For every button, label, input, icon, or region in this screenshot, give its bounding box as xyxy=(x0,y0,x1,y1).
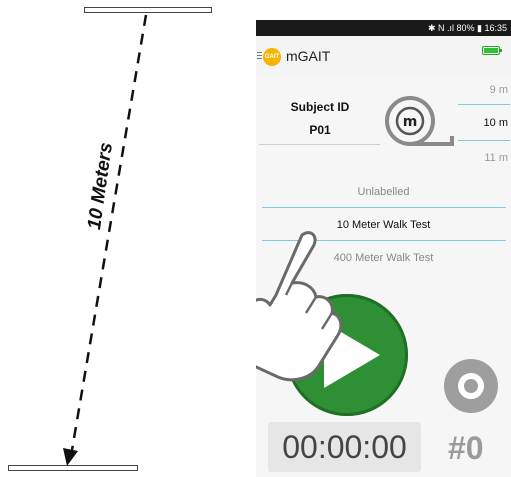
timer-display: 00:00:00 xyxy=(268,422,421,472)
app-logo-icon: GAIT xyxy=(263,48,281,66)
stop-button[interactable] xyxy=(444,359,498,413)
menu-icon[interactable] xyxy=(257,50,262,61)
status-bar: ✱ N .ıl 80% ▮ 16:35 xyxy=(256,20,511,36)
stop-icon xyxy=(458,373,484,399)
distance-divider-top xyxy=(458,104,510,105)
distance-option-9m[interactable]: 9 m xyxy=(458,84,508,96)
subject-id-underline xyxy=(259,144,380,145)
svg-text:m: m xyxy=(403,114,418,130)
subject-id-label: Subject ID xyxy=(290,100,350,114)
battery-icon xyxy=(482,46,502,55)
subject-id[interactable]: Subject ID P01 xyxy=(261,100,379,137)
distance-arrow xyxy=(63,14,148,466)
distance-option-11m[interactable]: 11 m xyxy=(458,152,508,164)
app-title: mGAIT xyxy=(286,48,331,64)
test-option-unlabelled[interactable]: Unlabelled xyxy=(256,186,511,198)
test-divider-top xyxy=(262,207,506,208)
phone-screen: ✱ N .ıl 80% ▮ 16:35 GAIT mGAIT Subject I… xyxy=(256,20,511,477)
tape-measure-icon: m xyxy=(385,96,454,146)
trial-counter: #0 xyxy=(448,430,484,466)
hand-pointer-icon xyxy=(256,231,343,382)
subject-id-value: P01 xyxy=(309,123,331,137)
distance-divider-bottom xyxy=(458,140,510,141)
app-bar: GAIT mGAIT xyxy=(256,36,511,76)
distance-option-10m[interactable]: 10 m xyxy=(458,117,508,129)
